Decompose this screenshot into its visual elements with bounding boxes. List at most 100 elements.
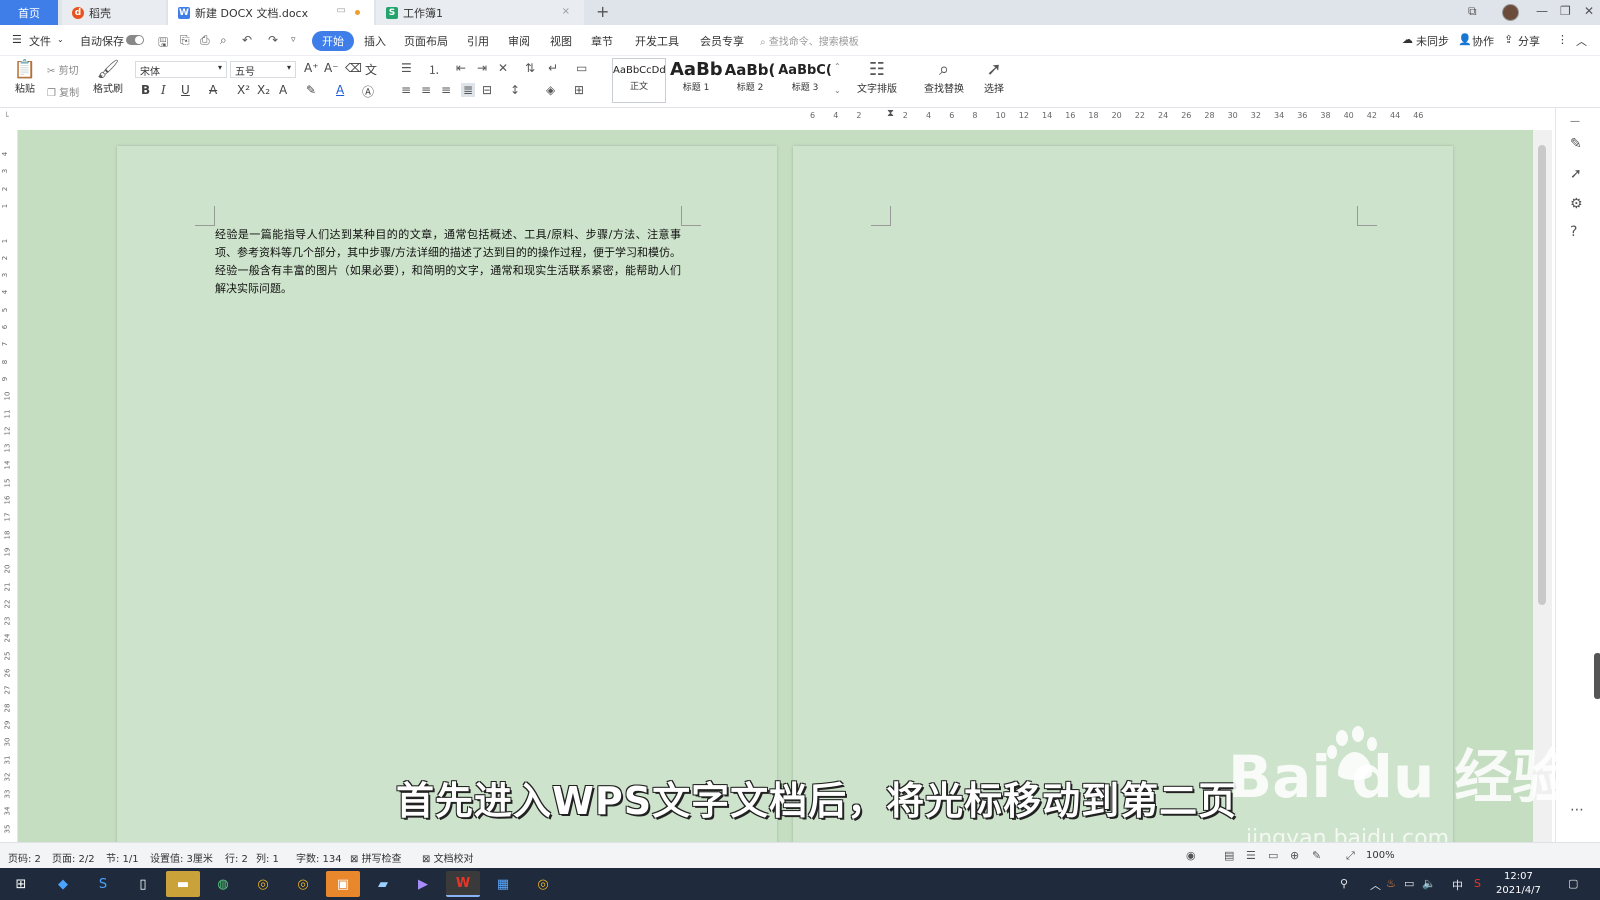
- monitor-icon[interactable]: ▭: [337, 5, 346, 16]
- clear-format-icon[interactable]: ⌫: [345, 61, 362, 75]
- menu-member[interactable]: 会员专享: [700, 33, 744, 49]
- doc-proof-button[interactable]: ⊠ 文档校对: [422, 850, 474, 865]
- restore-icon[interactable]: ❐: [1560, 4, 1571, 18]
- select-button[interactable]: ➚ 选择: [976, 59, 1012, 95]
- minimize-icon[interactable]: —: [1536, 4, 1548, 18]
- more-dots-icon[interactable]: ⋯: [1570, 802, 1584, 818]
- notes-app-icon[interactable]: ▰: [366, 871, 400, 897]
- sogou-tray-icon[interactable]: S: [1474, 877, 1481, 890]
- clipboard-icon[interactable]: ⎘: [180, 33, 190, 48]
- status-section[interactable]: 节: 1/1: [106, 850, 139, 865]
- grow-font-icon[interactable]: A⁺: [304, 61, 319, 75]
- wps-app-icon[interactable]: W: [446, 871, 480, 897]
- fit-page-icon[interactable]: ⤢: [1346, 849, 1355, 863]
- align-justify-icon[interactable]: ≣: [461, 83, 476, 97]
- menu-page-layout[interactable]: 页面布局: [404, 33, 448, 49]
- close-window-icon[interactable]: ✕: [1584, 4, 1594, 18]
- tab-stop-icon[interactable]: └: [4, 112, 9, 121]
- file-explorer-icon[interactable]: ▬: [166, 871, 200, 897]
- find-replace-button[interactable]: ⌕ 查找替换: [918, 59, 970, 95]
- undo-icon[interactable]: ↶: [242, 33, 252, 47]
- chevron-down-icon[interactable]: ⌄: [57, 35, 64, 44]
- volume-icon[interactable]: 🔈: [1422, 877, 1436, 890]
- cut-button[interactable]: ✂ 剪切: [47, 62, 79, 77]
- chinese-layout-icon[interactable]: ✕: [498, 61, 508, 75]
- menu-file[interactable]: 文件: [29, 33, 51, 49]
- share-button[interactable]: 分享: [1518, 33, 1540, 49]
- phonetic-guide-icon[interactable]: 文: [365, 61, 377, 78]
- menu-start[interactable]: 开始: [312, 31, 354, 51]
- status-word-count[interactable]: 字数: 134: [296, 850, 342, 865]
- text-layout-button[interactable]: ☷ 文字排版: [852, 59, 902, 95]
- status-pages[interactable]: 页面: 2/2: [52, 850, 95, 865]
- style-heading-1[interactable]: AaBb 标题 1: [670, 58, 722, 103]
- superscript-icon[interactable]: X²: [237, 83, 250, 97]
- unsync-label[interactable]: 未同步: [1416, 33, 1449, 49]
- tab-spreadsheet[interactable]: S 工作簿1 ×: [376, 0, 584, 25]
- close-tab-icon[interactable]: ×: [562, 6, 570, 17]
- decrease-indent-icon[interactable]: ⇤: [456, 61, 466, 75]
- panel-collapse-icon[interactable]: —: [1570, 116, 1580, 127]
- align-center-icon[interactable]: ≡: [421, 83, 431, 97]
- save-icon[interactable]: 🖫: [158, 33, 168, 54]
- zoom-level[interactable]: 100%: [1366, 850, 1395, 861]
- subscript-icon[interactable]: X₂: [257, 83, 270, 97]
- horizontal-ruler[interactable]: 6 4 2 2 4 6 8 10 12 14 16 18 20 22 24 26 28 30 32 34 36 38 40 4…: [0, 108, 1555, 130]
- italic-icon[interactable]: I: [161, 83, 166, 97]
- add-tab-icon[interactable]: +: [596, 2, 609, 21]
- table-tools-icon[interactable]: ▭: [576, 61, 587, 75]
- chrome-icon[interactable]: ◎: [246, 871, 280, 897]
- autosave-toggle[interactable]: [126, 35, 144, 45]
- print-preview-icon[interactable]: ⌕: [220, 33, 227, 48]
- menu-review[interactable]: 审阅: [508, 33, 530, 49]
- menu-chapter[interactable]: 章节: [591, 33, 613, 49]
- status-page-number[interactable]: 页码: 2: [8, 850, 41, 865]
- panel-handle[interactable]: [1594, 653, 1600, 699]
- font-size-select[interactable]: 五号 ▾: [230, 61, 296, 78]
- chrome-icon-3[interactable]: ◎: [526, 871, 560, 897]
- outline-view-icon[interactable]: ☰: [1246, 849, 1256, 862]
- quick-access-more-icon[interactable]: ▿: [291, 35, 296, 45]
- video-player-icon[interactable]: ▶: [406, 871, 440, 897]
- scrollbar-thumb[interactable]: [1538, 145, 1546, 605]
- shading-icon[interactable]: ◈: [546, 83, 555, 97]
- edit-pen-icon[interactable]: ✎: [1570, 136, 1582, 152]
- font-name-select[interactable]: 宋体 ▾: [135, 61, 227, 78]
- sort-icon[interactable]: ⇅: [525, 61, 535, 75]
- share-icon[interactable]: ⇪: [1504, 33, 1513, 46]
- eye-protection-icon[interactable]: ◉: [1186, 849, 1196, 862]
- web-view-icon[interactable]: ▭: [1268, 849, 1278, 862]
- font-color-icon[interactable]: A: [336, 83, 344, 97]
- page-view-icon[interactable]: ▤: [1224, 849, 1234, 862]
- shrink-font-icon[interactable]: A⁻: [324, 61, 339, 75]
- bold-icon[interactable]: B: [141, 83, 150, 97]
- mail-app-icon[interactable]: ▦: [486, 871, 520, 897]
- format-painter-button[interactable]: 🖌 格式刷: [90, 59, 126, 95]
- vertical-ruler[interactable]: 4 3 2 1 1 2 3 4 5 6 7 8 9 10 11 12 13 14 15 16 17 18 19 20 21 22 2…: [0, 130, 18, 842]
- menu-references[interactable]: 引用: [467, 33, 489, 49]
- collab-button[interactable]: 协作: [1472, 33, 1494, 49]
- char-border-icon[interactable]: Ⓐ: [362, 83, 374, 100]
- select-cursor-icon[interactable]: ➚: [1570, 166, 1582, 182]
- tab-daoke[interactable]: d 稻壳: [62, 0, 166, 25]
- bullet-list-icon[interactable]: ☰: [401, 61, 412, 75]
- menu-view[interactable]: 视图: [550, 33, 572, 49]
- chrome-icon-2[interactable]: ◎: [286, 871, 320, 897]
- tray-app-icon[interactable]: ♨: [1386, 877, 1396, 890]
- borders-icon[interactable]: ⊞: [574, 83, 584, 97]
- cloud-sync-icon[interactable]: ☁: [1402, 33, 1413, 46]
- windows-start-icon[interactable]: ⊞: [4, 871, 38, 897]
- style-heading-3[interactable]: AaBbC( 标题 3: [778, 58, 832, 103]
- network-icon[interactable]: ▭: [1404, 877, 1414, 890]
- underline-icon[interactable]: U: [181, 83, 190, 97]
- media-app-icon[interactable]: ▣: [326, 871, 360, 897]
- highlight-icon[interactable]: ✎: [306, 83, 316, 97]
- increase-indent-icon[interactable]: ⇥: [477, 61, 487, 75]
- style-scroll-icon[interactable]: ⌃: [834, 62, 841, 71]
- collapse-ribbon-icon[interactable]: ︿: [1576, 33, 1587, 49]
- show-marks-icon[interactable]: ↵: [548, 61, 558, 75]
- hamburger-icon[interactable]: ☰: [12, 33, 22, 46]
- command-search[interactable]: ⌕ 查找命令、搜索模板: [760, 33, 859, 48]
- status-setting[interactable]: 设置值: 3厘米: [150, 850, 213, 865]
- tab-home[interactable]: 首页: [0, 0, 58, 25]
